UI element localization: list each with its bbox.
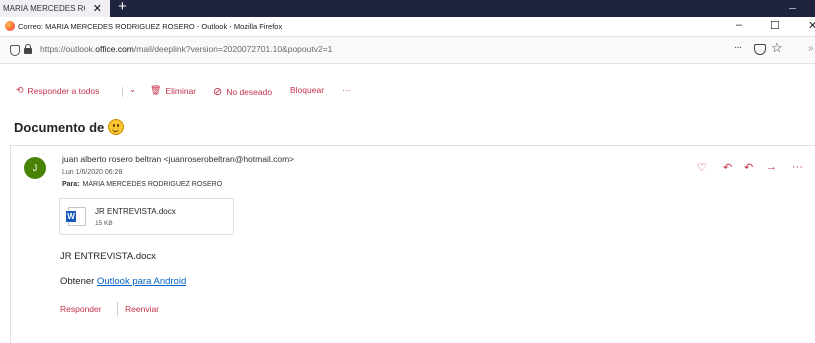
trash-icon: 🗑 <box>150 85 162 95</box>
junk-button[interactable]: ⊘ No deseado <box>213 85 272 98</box>
sender[interactable]: juan alberto rosero beltran <juanroserob… <box>62 154 294 164</box>
body-get-outlook: Obtener Outlook para Android <box>60 276 186 287</box>
footer-divider <box>117 302 118 316</box>
block-button[interactable]: Bloquear <box>290 85 324 95</box>
body-attachment-text: JR ENTREVISTA.docx <box>60 251 156 262</box>
message-subject: Documento de <box>14 119 125 135</box>
url-text[interactable]: https://outlook.office.com/mail/deeplink… <box>40 44 332 54</box>
chevron-down-icon: ⌄ <box>129 84 137 94</box>
reply-all-icon: ⟲ <box>16 85 24 95</box>
delete-button[interactable]: 🗑 Eliminar <box>150 85 196 96</box>
pocket-icon[interactable] <box>754 44 766 55</box>
recipient-line: Para: MARIA MERCEDES RODRIGUEZ ROSERO <box>62 181 222 188</box>
word-icon <box>66 207 86 226</box>
overflow-icon[interactable]: » <box>808 43 814 54</box>
message-date: Lun 1/6/2020 06:28 <box>62 169 123 176</box>
tab-title: MARIA MERCEDES RO... <box>3 4 85 13</box>
reply-icon[interactable]: ↶ <box>723 161 732 174</box>
avatar[interactable]: J <box>24 157 46 179</box>
reply-all-label: Responder a todos <box>27 85 100 96</box>
attachment-card[interactable]: JR ENTREVISTA.docx 15 KB <box>59 198 234 235</box>
reply-dropdown-button[interactable]: ⌄ <box>129 84 136 95</box>
window-title: Correo: MARIA MERCEDES RODRIGUEZ ROSERO … <box>18 22 283 31</box>
block-label: Bloquear <box>290 85 325 95</box>
bookmark-star-icon[interactable]: ☆ <box>771 40 783 56</box>
block-circle-icon: ⊘ <box>213 86 223 98</box>
tracking-shield-icon[interactable] <box>10 45 20 56</box>
outlook-android-link[interactable]: Outlook para Android <box>97 276 186 287</box>
reply-button[interactable]: Responder <box>60 304 102 314</box>
like-icon[interactable]: ♡ <box>697 161 707 174</box>
attachment-name: JR ENTREVISTA.docx <box>95 207 176 216</box>
url-bar[interactable]: https://outlook.office.com/mail/deeplink… <box>0 36 815 64</box>
more-icon: ··· <box>342 85 351 95</box>
tab-bar-minimize-mark <box>789 8 796 9</box>
tab-close-icon[interactable]: ✕ <box>93 2 102 15</box>
minimize-button[interactable]: – <box>736 19 742 31</box>
reply-all-button[interactable]: ⟲ Responder a todos <box>16 85 99 96</box>
attachment-size: 15 KB <box>95 220 113 227</box>
junk-label: No deseado <box>226 86 273 97</box>
new-tab-button[interactable]: + <box>118 0 127 15</box>
toolbar-divider <box>122 87 123 97</box>
page-actions-menu-icon[interactable]: ··· <box>734 42 742 53</box>
forward-icon[interactable]: → <box>766 161 777 173</box>
firefox-icon <box>5 21 15 31</box>
maximize-button[interactable]: ☐ <box>770 19 780 32</box>
smiley-emoji-icon <box>108 119 125 135</box>
browser-tab[interactable]: MARIA MERCEDES RO... ✕ <box>0 0 110 17</box>
body-get-prefix: Obtener <box>60 276 95 287</box>
delete-label: Eliminar <box>165 85 197 96</box>
lock-icon[interactable] <box>24 44 32 54</box>
browser-tab-bar: MARIA MERCEDES RO... ✕ + <box>0 0 815 17</box>
forward-button[interactable]: Reenviar <box>125 304 159 314</box>
to-label: Para: <box>62 181 80 188</box>
more-options-icon[interactable]: ··· <box>792 161 803 173</box>
subject-text: Documento de <box>14 119 105 135</box>
command-bar: ⟲ Responder a todos ⌄ 🗑 Eliminar ⊘ No de… <box>0 79 815 105</box>
message-card: J juan alberto rosero beltran <juanroser… <box>10 145 815 343</box>
reply-all-icon[interactable]: ↶ <box>744 161 753 174</box>
more-actions-button[interactable]: ··· <box>342 85 351 95</box>
window-title-bar: Correo: MARIA MERCEDES RODRIGUEZ ROSERO … <box>0 17 815 36</box>
close-window-button[interactable]: ✕ <box>808 19 815 32</box>
recipient[interactable]: MARIA MERCEDES RODRIGUEZ ROSERO <box>83 181 223 188</box>
